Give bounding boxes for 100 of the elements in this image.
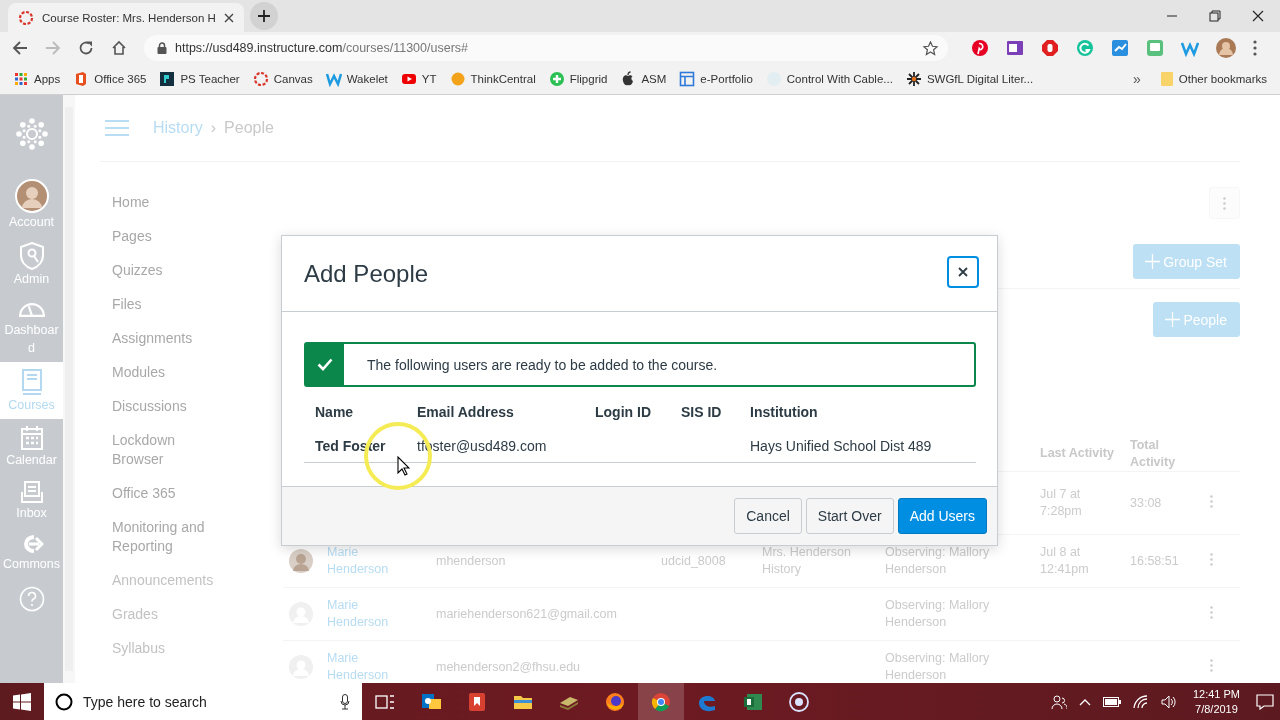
dialog-title: Add People [304, 259, 429, 288]
nav-item[interactable]: Inbox [0, 474, 63, 527]
course-nav-link[interactable]: Modules [112, 355, 220, 389]
bookmark[interactable]: SWGfL Digital Liter... [902, 71, 1037, 87]
column-header: Login ID [595, 404, 652, 420]
bookmark[interactable]: Flipgrid [545, 71, 611, 87]
course-nav-link[interactable]: Home [112, 185, 220, 219]
inbox-icon [19, 480, 44, 504]
breadcrumb-link[interactable]: History [153, 119, 203, 137]
clock-date[interactable]: 7/8/2019 [1195, 701, 1238, 717]
plus-icon [1165, 312, 1181, 327]
bookmark[interactable]: ThinkCentral [446, 71, 539, 87]
bookmark[interactable]: Office 365 [70, 71, 150, 87]
microphone-icon[interactable] [340, 693, 350, 710]
bookmark[interactable]: YT [397, 71, 440, 87]
avatar-icon[interactable] [1216, 38, 1236, 58]
course-nav-link[interactable]: Quizzes [112, 253, 220, 287]
search-field[interactable]: Type here to search [44, 683, 362, 720]
nav-item[interactable]: Admin [0, 236, 63, 293]
wifi-icon[interactable] [1132, 694, 1149, 709]
clock-time[interactable]: 12:41 PM [1192, 686, 1240, 702]
tab-title: Course Roster: Mrs. Henderson H [42, 11, 216, 24]
bookmark[interactable]: e-Portfolio [676, 71, 756, 87]
bookmark[interactable]: Other bookmarks [1156, 71, 1270, 87]
nav-item[interactable]: Courses [0, 362, 63, 419]
close-icon[interactable] [223, 12, 234, 23]
bookmark[interactable]: ASM [617, 71, 670, 87]
course-nav-link[interactable]: Announcements [112, 563, 220, 597]
ring-icon [18, 9, 34, 26]
menu-icon[interactable] [1253, 40, 1257, 56]
bookmark[interactable]: Control With Cable... [762, 71, 896, 87]
nav-item[interactable]: Dashboard [0, 293, 63, 362]
dialog-button[interactable]: Cancel [734, 498, 802, 534]
course-nav-link[interactable]: Office 365 [112, 476, 220, 510]
new-tab-button[interactable] [249, 2, 278, 30]
nav-item[interactable]: Calendar [0, 419, 63, 474]
close-icon[interactable] [1252, 10, 1264, 22]
nav-item[interactable]: Account [0, 173, 63, 236]
logo-icon [159, 71, 176, 87]
gauge-icon [18, 303, 45, 317]
task-view-icon[interactable] [375, 692, 395, 711]
course-nav-link[interactable]: Syllabus [112, 631, 220, 665]
fox-icon [604, 690, 626, 713]
zigzag-icon [325, 71, 342, 87]
grid-icon [13, 71, 29, 87]
course-nav-link[interactable]: Monitoring and Reporting [112, 510, 220, 563]
extension-icon[interactable] [1006, 39, 1024, 57]
cursor-icon [397, 456, 410, 476]
browser-tab[interactable]: Course Roster: Mrs. Henderson H [8, 3, 244, 32]
people-icon[interactable] [1050, 693, 1067, 710]
course-nav-link[interactable]: Discussions [112, 389, 220, 423]
notification-icon[interactable] [1256, 693, 1274, 710]
star-icon[interactable] [923, 40, 938, 56]
bookmark[interactable]: PS Teacher [156, 71, 243, 87]
dialog-button[interactable]: Add Users [897, 498, 987, 534]
star-icon [905, 71, 922, 87]
battery-icon[interactable] [1102, 696, 1121, 707]
chevron-up-icon[interactable] [1078, 697, 1091, 706]
add-button[interactable]: Group Set [1133, 244, 1240, 279]
volume-icon[interactable] [1160, 694, 1177, 709]
course-nav-link[interactable]: Assignments [112, 321, 220, 355]
close-button[interactable] [947, 255, 979, 288]
home-icon[interactable] [111, 40, 127, 56]
reload-icon[interactable] [78, 40, 94, 56]
check-icon [317, 358, 333, 371]
extension-icon[interactable] [1111, 39, 1129, 57]
plus-icon [548, 71, 565, 87]
browser-icon [650, 690, 672, 713]
name-link[interactable]: Marie Henderson [327, 597, 399, 631]
back-icon[interactable] [12, 40, 28, 56]
avatar-icon [289, 549, 313, 573]
more-bookmarks-button[interactable]: » [1133, 71, 1141, 87]
scrollbar[interactable] [63, 95, 75, 683]
plus-icon [257, 10, 270, 22]
bookmark[interactable]: Canvas [249, 71, 316, 87]
ring-icon [252, 71, 269, 87]
target-icon [788, 690, 810, 713]
extension-icon[interactable] [971, 39, 989, 57]
calendar-icon [19, 425, 44, 451]
course-nav-link[interactable]: Grades [112, 597, 220, 631]
restore-icon[interactable] [1209, 10, 1221, 22]
course-nav-link[interactable]: Lockdown Browser [112, 423, 220, 476]
name-link[interactable]: Marie Henderson [327, 544, 399, 578]
column-header: SIS ID [681, 404, 723, 420]
column-header: Name [315, 404, 355, 420]
bookmark[interactable]: Apps [10, 71, 64, 87]
name-link[interactable]: Marie Henderson [327, 650, 399, 683]
bookmark[interactable]: Wakelet [322, 71, 391, 87]
column-header: Email Address [417, 404, 515, 420]
dialog-button[interactable]: Start Over [805, 498, 894, 534]
course-nav-link[interactable]: Pages [112, 219, 220, 253]
extension-icon[interactable] [1041, 39, 1059, 57]
nav-item[interactable]: Commons [0, 527, 63, 578]
breadcrumb-separator: › [210, 119, 217, 137]
course-nav-link[interactable]: Files [112, 287, 220, 321]
window-icon [679, 71, 696, 87]
plus-icon [1145, 254, 1161, 269]
add-button[interactable]: People [1153, 302, 1240, 337]
windows-icon[interactable] [13, 692, 31, 711]
address-bar[interactable]: https://usd489.instructure.com/courses/11300/users# [144, 35, 948, 61]
